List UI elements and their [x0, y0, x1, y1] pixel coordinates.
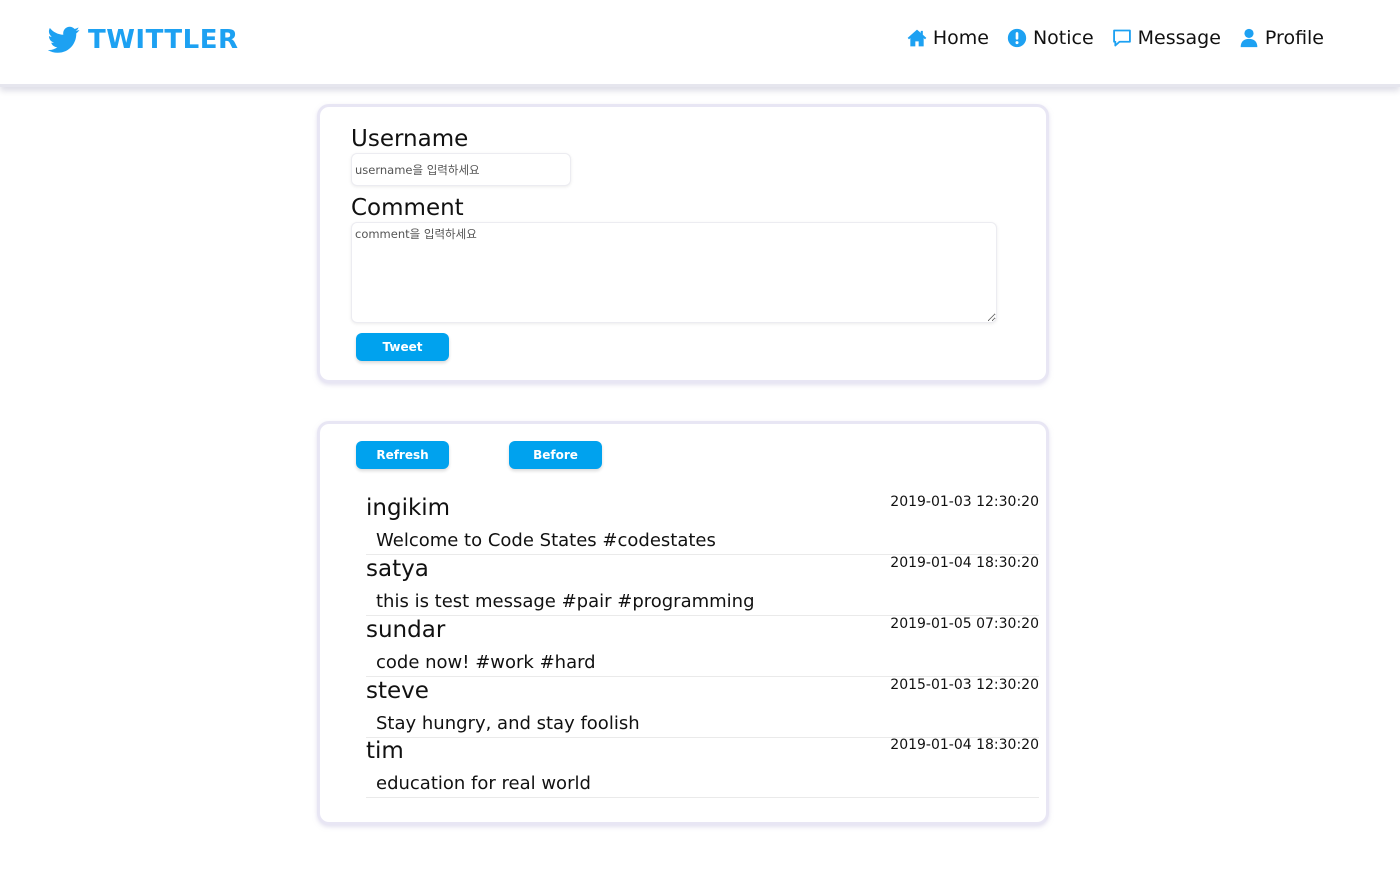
logo-text: TWITTLER	[88, 25, 239, 55]
username-input[interactable]	[351, 153, 571, 186]
tweet-username: ingikim	[366, 495, 451, 521]
tweet-timestamp: 2019-01-03 12:30:20	[890, 494, 1039, 510]
tweet-item: sundar 2019-01-05 07:30:20 code now! #wo…	[366, 616, 1039, 677]
nav-message[interactable]: Message	[1112, 27, 1221, 49]
tweet-message: this is test message #pair #programming	[376, 591, 755, 612]
tweet-username: satya	[366, 556, 429, 582]
refresh-button[interactable]: Refresh	[356, 441, 449, 469]
navbar: TWITTLER Home Notice Message Profile	[0, 0, 1400, 87]
tweet-username: steve	[366, 678, 429, 704]
username-label: Username	[351, 126, 469, 152]
tweet-timestamp: 2015-01-03 12:30:20	[890, 677, 1039, 693]
nav-home-label: Home	[932, 27, 989, 49]
tweet-item: steve 2015-01-03 12:30:20 Stay hungry, a…	[366, 677, 1039, 738]
tweet-message: education for real world	[376, 773, 591, 794]
tweet-username: sundar	[366, 617, 446, 643]
tweet-form-card: Username Comment Tweet	[317, 104, 1049, 383]
tweet-message: Stay hungry, and stay foolish	[376, 713, 640, 734]
nav-home[interactable]: Home	[907, 27, 989, 49]
tweet-button[interactable]: Tweet	[356, 333, 449, 361]
comment-label: Comment	[351, 195, 464, 221]
tweet-item: satya 2019-01-04 18:30:20 this is test m…	[366, 555, 1039, 616]
exclamation-circle-icon	[1007, 28, 1027, 48]
tweet-item: tim 2019-01-04 18:30:20 education for re…	[366, 737, 1039, 798]
nav-notice-label: Notice	[1032, 27, 1094, 49]
tweet-username: tim	[366, 738, 404, 764]
home-icon	[907, 29, 927, 47]
tweet-timestamp: 2019-01-04 18:30:20	[890, 555, 1039, 571]
tweet-message: code now! #work #hard	[376, 652, 596, 673]
logo[interactable]: TWITTLER	[48, 24, 239, 56]
tweet-feed-card: Refresh Before ingikim 2019-01-03 12:30:…	[317, 421, 1049, 825]
user-icon	[1240, 28, 1258, 48]
comment-icon	[1112, 29, 1131, 47]
before-button[interactable]: Before	[509, 441, 602, 469]
twitter-bird-icon	[48, 26, 80, 53]
tweet-message: Welcome to Code States #codestates	[376, 530, 716, 551]
main-nav: Home Notice Message Profile	[907, 27, 1324, 49]
tweet-timestamp: 2019-01-04 18:30:20	[890, 737, 1039, 753]
nav-profile[interactable]: Profile	[1239, 27, 1324, 49]
tweet-timestamp: 2019-01-05 07:30:20	[890, 616, 1039, 632]
tweet-item: ingikim 2019-01-03 12:30:20 Welcome to C…	[366, 494, 1039, 555]
nav-message-label: Message	[1137, 27, 1221, 49]
comment-textarea[interactable]	[351, 222, 997, 323]
nav-notice[interactable]: Notice	[1007, 27, 1094, 49]
nav-profile-label: Profile	[1264, 27, 1324, 49]
